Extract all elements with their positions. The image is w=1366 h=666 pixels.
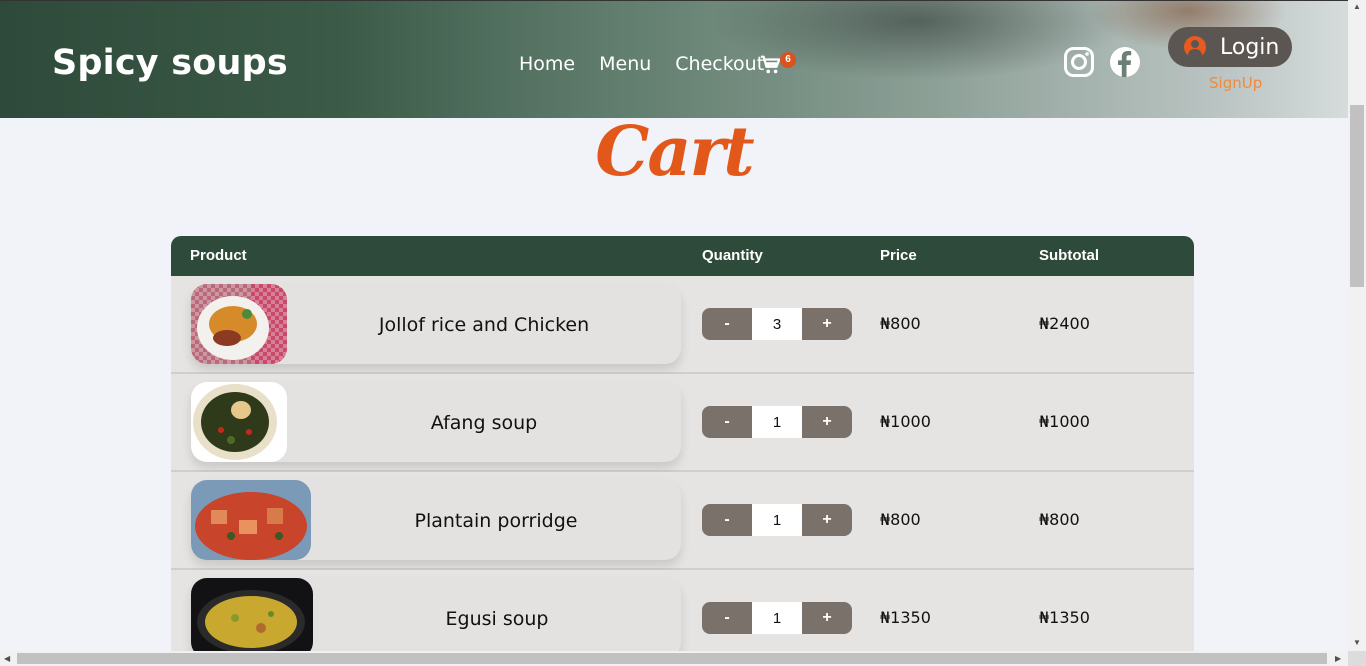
table-row: Afang soup - 1 + ₦1000 ₦1000 [171, 374, 1194, 472]
price-cell: ₦800 [880, 510, 921, 529]
scroll-up-arrow-icon[interactable]: ▲ [1353, 2, 1361, 11]
table-header: Product Quantity Price Subtotal [171, 236, 1194, 276]
nav-home-link[interactable]: Home [519, 53, 575, 75]
cart-table: Product Quantity Price Subtotal Jollof r… [171, 236, 1194, 666]
subtotal-cell: ₦1000 [1039, 412, 1090, 431]
cart-count-badge: 6 [780, 52, 796, 68]
table-row: Plantain porridge - 1 + ₦800 ₦800 [171, 472, 1194, 570]
increase-quantity-button[interactable]: + [802, 504, 852, 536]
cart-icon [760, 55, 781, 74]
instagram-icon[interactable] [1063, 46, 1095, 78]
egusi-soup-image [191, 578, 313, 658]
header-subtotal: Subtotal [1039, 247, 1099, 264]
decrease-quantity-button[interactable]: - [702, 504, 752, 536]
quantity-value[interactable]: 1 [752, 406, 802, 438]
quantity-stepper: - 1 + [702, 406, 852, 438]
nav-checkout-link[interactable]: Checkout [675, 53, 764, 75]
decrease-quantity-button[interactable]: - [702, 406, 752, 438]
subtotal-cell: ₦1350 [1039, 608, 1090, 627]
quantity-stepper: - 1 + [702, 602, 852, 634]
product-card: Afang soup [191, 382, 681, 462]
user-icon [1184, 36, 1206, 58]
product-name: Afang soup [430, 412, 538, 434]
signup-link[interactable]: SignUp [1209, 74, 1262, 92]
nav-menu-link[interactable]: Menu [599, 53, 651, 75]
price-cell: ₦800 [880, 314, 921, 333]
subtotal-cell: ₦800 [1039, 510, 1080, 529]
price-cell: ₦1350 [880, 608, 931, 627]
login-button[interactable]: Login [1168, 27, 1292, 67]
facebook-icon[interactable] [1109, 46, 1141, 78]
product-name: Egusi soup [445, 608, 549, 630]
cart-icon-button[interactable]: 6 [760, 51, 796, 77]
horizontal-scrollbar[interactable]: ◀ ▶ [0, 651, 1348, 666]
scroll-right-arrow-icon[interactable]: ▶ [1335, 654, 1341, 663]
vertical-scroll-thumb[interactable] [1350, 105, 1364, 287]
price-cell: ₦1000 [880, 412, 931, 431]
vertical-scrollbar[interactable]: ▲ ▼ [1348, 0, 1366, 651]
scrollbar-corner [1348, 651, 1366, 666]
scroll-down-arrow-icon[interactable]: ▼ [1353, 638, 1361, 647]
product-card: Plantain porridge [191, 480, 681, 560]
product-card: Jollof rice and Chicken [191, 284, 681, 364]
quantity-value[interactable]: 1 [752, 602, 802, 634]
header-price: Price [880, 247, 917, 264]
quantity-stepper: - 1 + [702, 504, 852, 536]
horizontal-scroll-thumb[interactable] [17, 653, 1327, 664]
main-nav: Home Menu Checkout [519, 53, 764, 75]
site-header: Spicy soups Home Menu Checkout 6 Login S… [0, 0, 1348, 118]
product-name: Jollof rice and Chicken [378, 314, 590, 336]
decrease-quantity-button[interactable]: - [702, 602, 752, 634]
header-quantity: Quantity [702, 247, 763, 264]
quantity-value[interactable]: 3 [752, 308, 802, 340]
decrease-quantity-button[interactable]: - [702, 308, 752, 340]
jollof-rice-image [191, 284, 287, 364]
increase-quantity-button[interactable]: + [802, 308, 852, 340]
page-title: Cart [595, 112, 754, 192]
increase-quantity-button[interactable]: + [802, 406, 852, 438]
plantain-porridge-image [191, 480, 311, 560]
login-label: Login [1220, 34, 1280, 60]
scroll-left-arrow-icon[interactable]: ◀ [4, 654, 10, 663]
quantity-stepper: - 3 + [702, 308, 852, 340]
afang-soup-image [191, 382, 287, 462]
brand-logo[interactable]: Spicy soups [52, 43, 288, 83]
product-card: Egusi soup [191, 578, 681, 658]
increase-quantity-button[interactable]: + [802, 602, 852, 634]
quantity-value[interactable]: 1 [752, 504, 802, 536]
product-name: Plantain porridge [414, 510, 578, 532]
subtotal-cell: ₦2400 [1039, 314, 1090, 333]
table-row: Jollof rice and Chicken - 3 + ₦800 ₦2400 [171, 276, 1194, 374]
header-product: Product [190, 247, 247, 264]
